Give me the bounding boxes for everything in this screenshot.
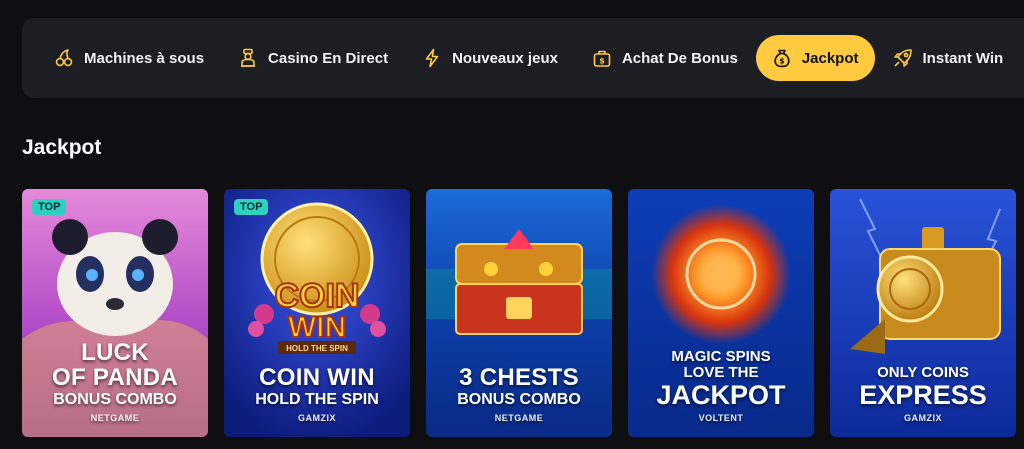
rocket-icon (893, 48, 913, 68)
section-title: Jackpot (22, 136, 102, 159)
game-card-caption: COIN WIN HOLD THE SPIN GAMZIX (224, 365, 410, 423)
art-text-hold: HOLD THE SPIN (286, 344, 348, 353)
svg-text:$: $ (599, 57, 605, 66)
game-provider: NETGAME (90, 413, 140, 423)
nav-item-label: Instant Win (922, 49, 1004, 67)
game-title-line: EXPRESS (859, 380, 987, 410)
game-title-line: COIN WIN (259, 364, 375, 391)
game-subtitle: HOLD THE SPIN (255, 391, 379, 408)
nav-item-label: Machines à sous (84, 49, 205, 67)
nav-item-instant-win[interactable]: Instant Win (877, 35, 1020, 81)
bonus-bag-icon: $ (592, 48, 612, 68)
nav-item-achat-de-bonus[interactable]: $ Achat De Bonus (576, 35, 754, 81)
game-subtitle: BONUS COMBO (53, 391, 177, 408)
game-provider: GAMZIX (904, 413, 942, 423)
nav-item-label: Nouveaux jeux (452, 49, 558, 67)
nav-item-casino-en-direct[interactable]: Casino En Direct (222, 35, 404, 81)
nav-item-label: Achat De Bonus (621, 49, 738, 67)
game-title-line: MAGIC SPINS (671, 348, 771, 365)
art-text-coin: COIN (275, 277, 360, 315)
game-title-line: ONLY COINS (877, 364, 969, 381)
nav-item-label: Casino En Direct (268, 49, 389, 67)
nav-item-label: Jackpot (801, 49, 859, 67)
category-nav: Machines à sous Casino En Direct Nouveau… (22, 18, 1024, 98)
game-list: TOP LUCK OF PANDA BONUS COMBO NETGAME CO… (22, 189, 1016, 437)
dealer-icon (238, 48, 258, 68)
game-provider: NETGAME (494, 413, 544, 423)
game-card-coin-win[interactable]: COIN WIN HOLD THE SPIN TOP COIN WIN HOLD… (224, 189, 410, 437)
game-card-caption: LUCK OF PANDA BONUS COMBO NETGAME (22, 340, 208, 423)
game-title-line: 3 CHESTS (459, 364, 579, 391)
game-card-caption: ONLY COINS EXPRESS GAMZIX (830, 364, 1016, 424)
game-title-line: OF PANDA (52, 364, 178, 391)
game-title-line: LOVE THE (683, 364, 759, 381)
game-card-caption: 3 CHESTS BONUS COMBO NETGAME (426, 365, 612, 423)
game-card-magic-spins-love-the-jackpot[interactable]: MAGIC SPINS LOVE THE JACKPOT VOLTENT (628, 189, 814, 437)
game-provider: VOLTENT (698, 413, 744, 423)
art-text-win: WIN (288, 311, 346, 344)
money-bag-icon: $ (772, 48, 792, 68)
game-card-3-chests[interactable]: 3 CHESTS BONUS COMBO NETGAME (426, 189, 612, 437)
game-card-caption: MAGIC SPINS LOVE THE JACKPOT VOLTENT (628, 348, 814, 424)
game-title-line: LUCK (81, 339, 149, 366)
game-provider: GAMZIX (298, 413, 336, 423)
nav-item-jackpot[interactable]: $ Jackpot (755, 35, 875, 81)
game-title-line: JACKPOT (656, 380, 786, 410)
lightning-icon (422, 48, 442, 68)
nav-item-machines-a-sous[interactable]: Machines à sous (54, 35, 220, 81)
svg-text:$: $ (779, 56, 784, 65)
cherries-icon (54, 48, 74, 68)
top-badge: TOP (32, 199, 67, 215)
top-badge: TOP (234, 199, 269, 215)
nav-item-nouveaux-jeux[interactable]: Nouveaux jeux (406, 35, 574, 81)
game-card-only-coins-express[interactable]: ONLY COINS EXPRESS GAMZIX (830, 189, 1016, 437)
game-subtitle: BONUS COMBO (457, 391, 581, 408)
game-card-luck-of-panda[interactable]: TOP LUCK OF PANDA BONUS COMBO NETGAME (22, 189, 208, 437)
